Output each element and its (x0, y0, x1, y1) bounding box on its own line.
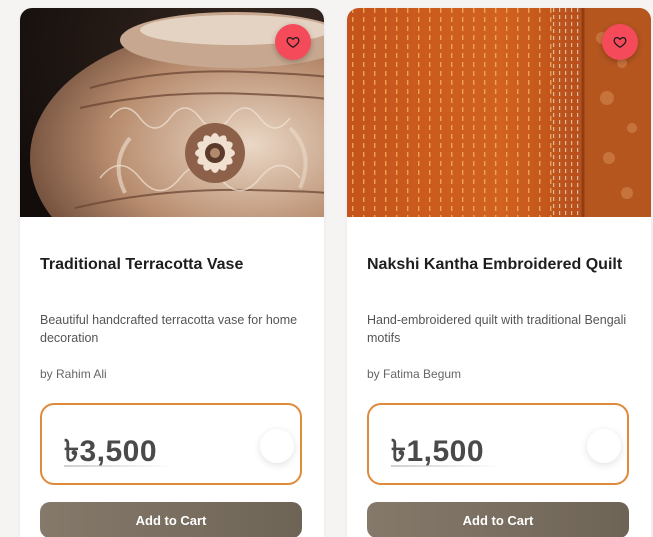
price-underline (391, 465, 501, 467)
price-box: ৳1,500 (367, 403, 629, 485)
product-description: Beautiful handcrafted terracotta vase fo… (40, 313, 298, 345)
product-title[interactable]: Nakshi Kantha Embroidered Quilt (367, 256, 641, 274)
add-to-cart-button[interactable]: Add to Cart (40, 502, 302, 537)
artisan-name: by Rahim Ali (40, 367, 107, 381)
price-toggle-knob[interactable] (260, 429, 294, 463)
favorite-button[interactable] (275, 24, 311, 60)
artisan-name: by Fatima Begum (367, 367, 462, 381)
product-title[interactable]: Traditional Terracotta Vase (40, 256, 314, 274)
product-description: Hand-embroidered quilt with traditional … (367, 313, 627, 345)
favorite-button[interactable] (602, 24, 638, 60)
price-box: ৳3,500 (40, 403, 302, 485)
product-image[interactable] (20, 8, 324, 217)
product-card[interactable]: Traditional Terracotta Vase Beautiful ha… (20, 8, 324, 537)
price-underline (64, 465, 174, 467)
heart-icon (613, 36, 627, 48)
product-image[interactable] (347, 8, 651, 217)
price-toggle-knob[interactable] (587, 429, 621, 463)
product-card[interactable]: Nakshi Kantha Embroidered Quilt Hand-emb… (347, 8, 651, 537)
add-to-cart-button[interactable]: Add to Cart (367, 502, 629, 537)
product-price: ৳3,500 (64, 435, 158, 468)
product-price: ৳1,500 (391, 435, 485, 468)
heart-icon (286, 36, 300, 48)
